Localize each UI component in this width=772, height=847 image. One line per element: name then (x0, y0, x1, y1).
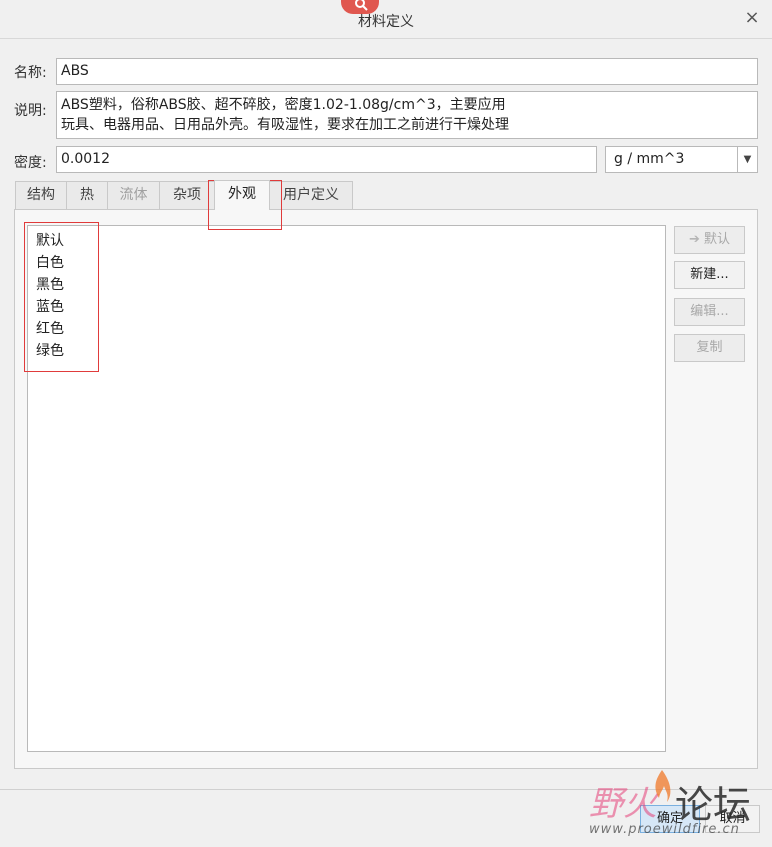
arrow-right-icon: ➔ (689, 232, 700, 247)
divider (0, 38, 772, 39)
ok-button[interactable]: 确定 (640, 805, 700, 833)
flame-icon (655, 770, 671, 802)
edit-button[interactable]: 编辑... (674, 298, 745, 326)
tab-appearance[interactable]: 外观 (214, 180, 270, 210)
annotation-highlight (24, 222, 99, 372)
density-label: 密度: (14, 155, 47, 171)
appearance-list[interactable]: 默认 白色 黑色 蓝色 红色 绿色 (27, 225, 666, 752)
tab-misc[interactable]: 杂项 (159, 181, 215, 209)
divider (0, 789, 772, 790)
cancel-button[interactable]: 取消 (705, 805, 760, 833)
close-button[interactable]: × (742, 8, 762, 28)
name-input[interactable]: ABS (56, 58, 758, 85)
tab-structure[interactable]: 结构 (15, 181, 67, 209)
set-default-button[interactable]: ➔ 默认 (674, 226, 745, 254)
density-unit-select[interactable]: g / mm^3 (605, 146, 758, 173)
dropdown-arrow-icon[interactable]: ▼ (737, 147, 757, 172)
description-input[interactable]: ABS塑料，俗称ABS胶、超不碎胶，密度1.02-1.08g/cm^3，主要应用… (56, 91, 758, 139)
name-label: 名称: (14, 65, 47, 81)
new-button[interactable]: 新建... (674, 261, 745, 289)
tab-fluid: 流体 (107, 181, 160, 209)
description-label: 说明: (14, 103, 47, 119)
set-default-label: 默认 (703, 232, 730, 247)
density-input[interactable]: 0.0012 (56, 146, 597, 173)
copy-button[interactable]: 复制 (674, 334, 745, 362)
tab-thermal[interactable]: 热 (66, 181, 108, 209)
window-title: 材料定义 (358, 14, 414, 30)
